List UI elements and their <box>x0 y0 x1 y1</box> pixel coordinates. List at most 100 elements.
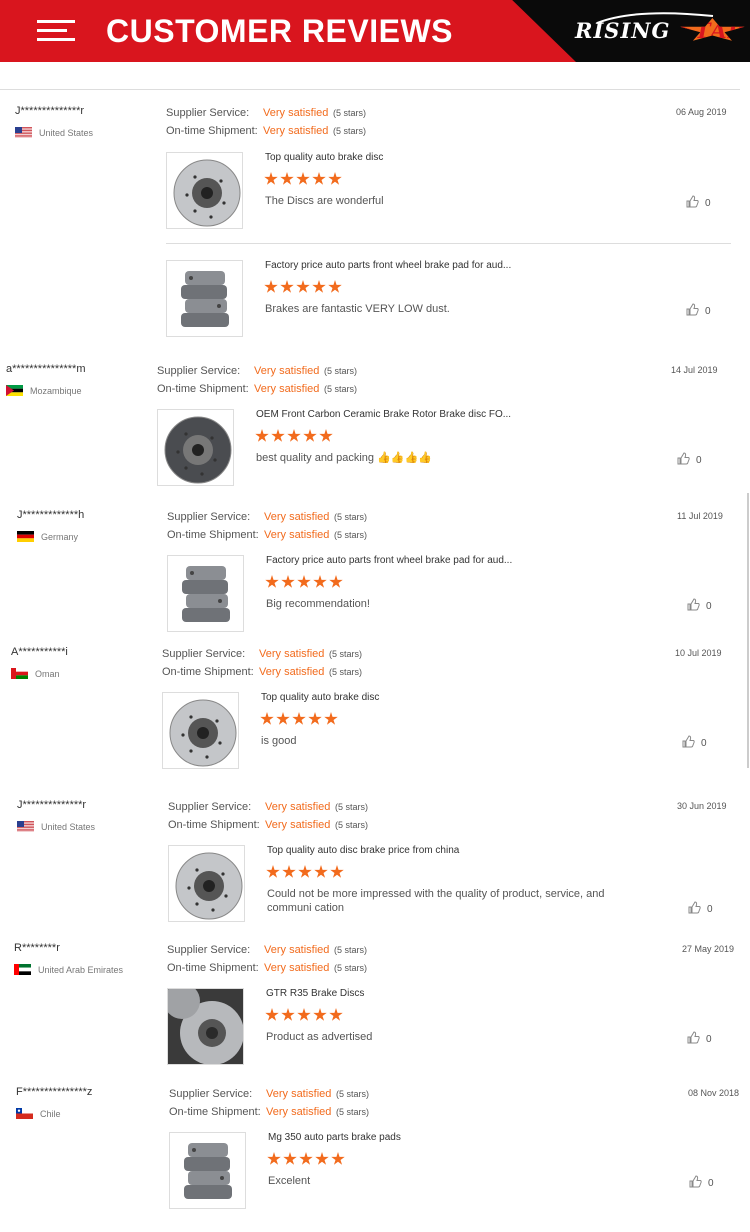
product-image[interactable] <box>166 260 243 337</box>
star-icon <box>329 575 343 588</box>
product-name-link[interactable]: Factory price auto parts front wheel bra… <box>266 555 512 566</box>
like-count: 0 <box>701 737 707 749</box>
review-comment: The Discs are wonderful <box>265 195 384 207</box>
star-icon <box>312 280 326 293</box>
supplier-service-value: Very satisfied <box>259 648 325 660</box>
rating-summary: Supplier Service: Very satisfied (5 stars)… <box>167 508 367 544</box>
product-name-link[interactable]: GTR R35 Brake Discs <box>266 988 364 999</box>
country-name: Germany <box>41 531 79 542</box>
on-time-shipment: On-time Shipment: Very satisfied (5 stars) <box>167 959 367 977</box>
like-button[interactable]: 0 <box>687 598 712 614</box>
star-icon <box>328 172 342 185</box>
on-time-shipment-label: On-time Shipment: <box>166 125 258 137</box>
country-name: Chile <box>40 1108 61 1119</box>
on-time-shipment-stars: (5 stars) <box>324 384 358 394</box>
reviewer-name: A***********i <box>11 646 68 658</box>
on-time-shipment-label: On-time Shipment: <box>167 962 259 974</box>
country-name: United States <box>39 127 94 138</box>
like-count: 0 <box>705 197 711 209</box>
like-button[interactable]: 0 <box>687 1031 712 1047</box>
thumbs-up-icon <box>682 735 701 751</box>
star-icon <box>287 429 301 442</box>
product-image[interactable] <box>162 692 239 769</box>
star-rating <box>265 1008 343 1022</box>
header-banner: CUSTOMER REVIEWS RISING STAR <box>0 0 750 62</box>
review-date: 30 Jun 2019 <box>677 801 727 811</box>
on-time-shipment: On-time Shipment: Very satisfied (5 stars) <box>166 122 366 140</box>
on-time-shipment-stars: (5 stars) <box>334 963 368 973</box>
star-icon <box>271 429 285 442</box>
rating-summary: Supplier Service: Very satisfied (5 stars)… <box>167 941 367 977</box>
like-button[interactable]: 0 <box>677 452 702 468</box>
like-button[interactable]: 0 <box>682 735 707 751</box>
star-icon <box>265 1008 279 1021</box>
star-icon <box>315 1152 329 1165</box>
on-time-shipment-label: On-time Shipment: <box>168 819 260 831</box>
on-time-shipment-label: On-time Shipment: <box>167 529 259 541</box>
reviewer-country: United States <box>17 821 95 832</box>
product-name-link[interactable]: Top quality auto disc brake price from c… <box>267 845 459 856</box>
product-name-link[interactable]: Mg 350 auto parts brake pads <box>268 1132 401 1143</box>
scrollbar[interactable] <box>747 493 749 768</box>
product-image[interactable] <box>167 555 244 632</box>
star-icon <box>297 1008 311 1021</box>
reviewer-country: Mozambique <box>6 385 82 396</box>
star-icon <box>282 865 296 878</box>
product-image[interactable] <box>168 845 245 922</box>
product-image[interactable] <box>166 152 243 229</box>
like-button[interactable]: 0 <box>689 1175 714 1191</box>
product-name-link[interactable]: Top quality auto brake disc <box>261 692 379 703</box>
rating-summary: Supplier Service: Very satisfied (5 stars)… <box>157 362 357 398</box>
product-image[interactable] <box>169 1132 246 1209</box>
on-time-shipment-value: Very satisfied <box>266 1106 332 1118</box>
review-comment: is good <box>261 735 297 747</box>
on-time-shipment-value: Very satisfied <box>254 383 320 395</box>
reviewer-country: United States <box>15 127 93 138</box>
star-icon <box>255 429 269 442</box>
like-button[interactable]: 0 <box>686 303 711 319</box>
like-count: 0 <box>706 1033 712 1045</box>
review-comment: Brakes are fantastic VERY LOW dust. <box>265 303 450 315</box>
supplier-service-value: Very satisfied <box>265 801 331 813</box>
like-count: 0 <box>706 600 712 612</box>
product-image[interactable] <box>167 988 244 1065</box>
like-button[interactable]: 0 <box>686 195 711 211</box>
on-time-shipment: On-time Shipment: Very satisfied (5 stars) <box>169 1103 369 1121</box>
on-time-shipment-label: On-time Shipment: <box>162 666 254 678</box>
like-button[interactable]: 0 <box>688 901 713 917</box>
rating-summary: Supplier Service: Very satisfied (5 stars)… <box>169 1085 369 1121</box>
review-date: 27 May 2019 <box>682 944 735 954</box>
supplier-service-label: Supplier Service: <box>166 107 250 119</box>
product-name-link[interactable]: Top quality auto brake disc <box>265 152 383 163</box>
flag-om-icon <box>11 668 28 679</box>
product-name-link[interactable]: Factory price auto parts front wheel bra… <box>265 260 511 271</box>
supplier-service-label: Supplier Service: <box>157 365 241 377</box>
review-comment: Excelent <box>268 1175 311 1187</box>
star-icon <box>303 429 317 442</box>
supplier-service-label: Supplier Service: <box>162 648 246 660</box>
on-time-shipment-stars: (5 stars) <box>333 126 367 136</box>
supplier-service-label: Supplier Service: <box>167 944 251 956</box>
on-time-shipment: On-time Shipment: Very satisfied (5 stars) <box>168 816 368 834</box>
supplier-service-value: Very satisfied <box>263 107 329 119</box>
on-time-shipment-stars: (5 stars) <box>335 820 369 830</box>
review-comment: Could not be more impressed with the qua… <box>267 888 605 914</box>
on-time-shipment-value: Very satisfied <box>264 962 330 974</box>
thumbs-up-icon <box>686 303 705 319</box>
menu-icon[interactable] <box>37 20 75 42</box>
reviewer-name: a***************m <box>6 363 86 375</box>
rating-summary: Supplier Service: Very satisfied (5 stars)… <box>168 798 368 834</box>
star-rating <box>264 280 342 294</box>
product-name-link[interactable]: OEM Front Carbon Ceramic Brake Rotor Bra… <box>256 409 511 420</box>
star-icon <box>264 172 278 185</box>
supplier-service: Supplier Service: Very satisfied (5 stars) <box>162 645 362 663</box>
supplier-service: Supplier Service: Very satisfied (5 stars) <box>167 508 367 526</box>
star-icon <box>276 712 290 725</box>
star-rating <box>267 1152 345 1166</box>
supplier-service-value: Very satisfied <box>264 944 330 956</box>
reviewer-name: J*************h <box>17 509 85 521</box>
product-image[interactable] <box>157 409 234 486</box>
thumbs-up-icon <box>688 901 707 917</box>
star-rating <box>266 865 344 879</box>
star-icon <box>298 865 312 878</box>
